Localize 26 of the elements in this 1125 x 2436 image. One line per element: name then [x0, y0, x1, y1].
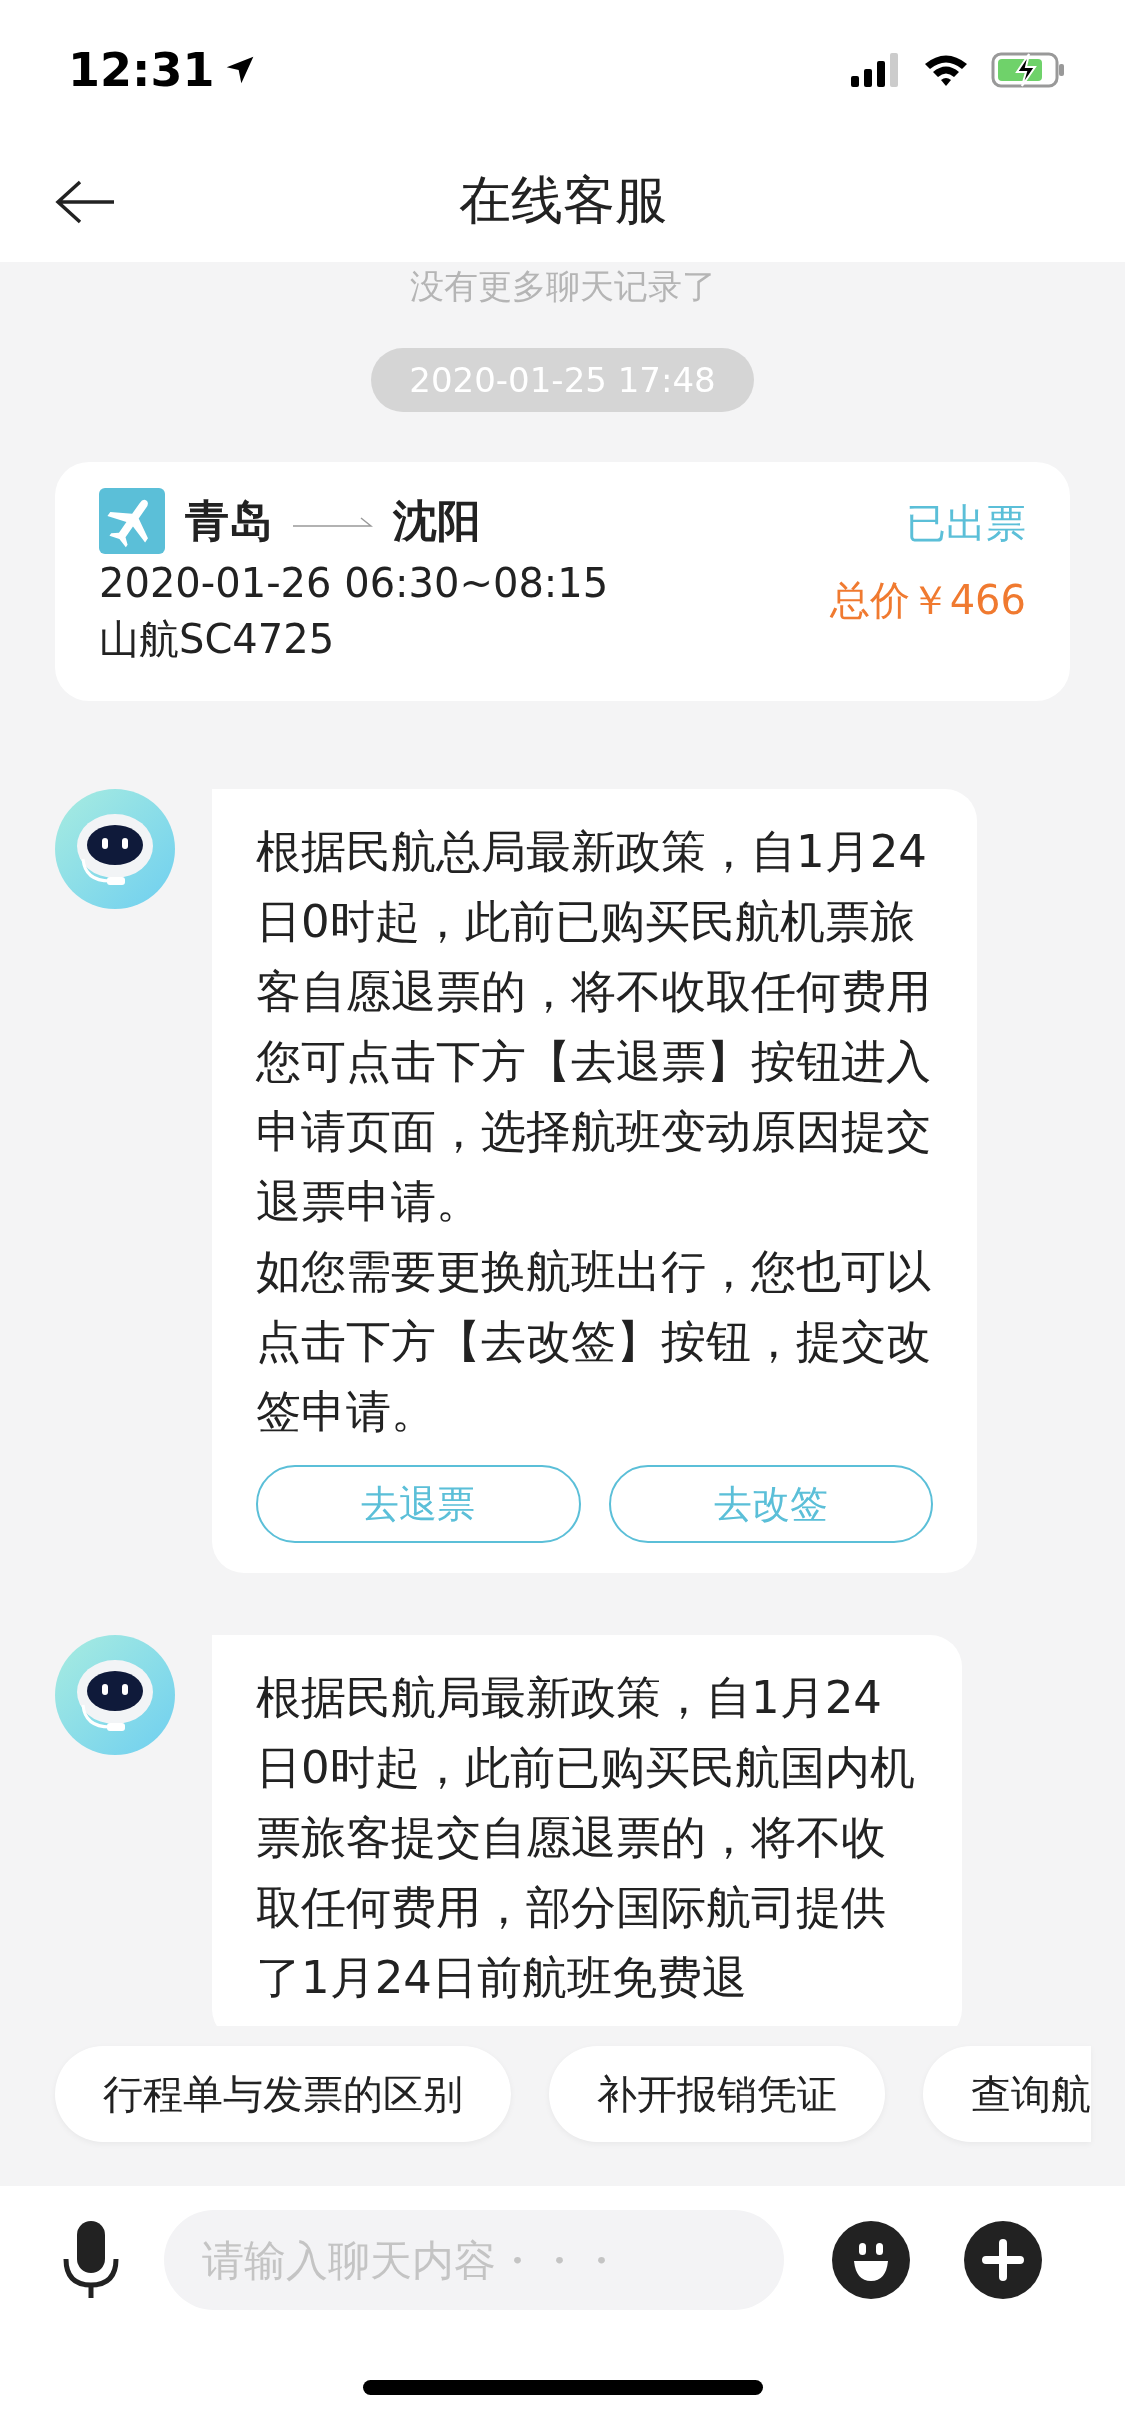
message-text: 根据民航局最新政策，自1月24日0时起，此前已购买民航国内机票旅客提交自愿退票的，将不收取任何费用，部分国际航司提供了1月24日前航班免费退 [256, 1670, 916, 2006]
page-title: 在线客服 [458, 169, 667, 232]
airplane-icon [99, 488, 165, 554]
message-text: 您可点击下方【去退票】按钮进入申请页面，选择航班变动原因提交退票申请。 [256, 1034, 932, 1230]
emoji-icon[interactable] [832, 2221, 910, 2299]
message-text: 根据民航总局最新政策，自1月24日0时起，此前已购买民航机票旅客自愿退票的，将不收取任何费用 [256, 824, 932, 1020]
battery-charging-icon [991, 52, 1065, 88]
microphone-icon[interactable] [62, 2221, 120, 2299]
history-note: 没有更多聊天记录了 [409, 265, 716, 308]
destination-city: 沈阳 [393, 493, 481, 548]
robot-avatar-icon [55, 789, 175, 909]
quick-reply-chip[interactable]: 行程单与发票的区别 [55, 2046, 511, 2142]
flight-number: 山航SC4725 [99, 615, 335, 664]
status-time: 12:31 [68, 43, 215, 97]
add-icon[interactable] [964, 2221, 1042, 2299]
wifi-icon [923, 53, 969, 87]
origin-city: 青岛 [185, 493, 273, 548]
message-text: 如您需要更换航班出行，您也可以点击下方【去改签】按钮，提交改签申请。 [256, 1244, 932, 1440]
flight-datetime: 2020-01-26 06:30~08:15 [99, 560, 609, 606]
robot-avatar-icon [55, 1635, 175, 1755]
ticket-status: 已出票 [906, 499, 1026, 548]
total-price: 总价￥466 [829, 576, 1026, 625]
quick-reply-chip[interactable]: 补开报销凭证 [549, 2046, 885, 2142]
quick-reply-chip[interactable]: 查询航 [923, 2046, 1091, 2142]
flight-order-card[interactable]: 青岛 沈阳 2020-01-26 06:30~08:15 山航SC4725 已出票 总价￥466 [55, 462, 1070, 701]
signal-icon [851, 53, 901, 87]
